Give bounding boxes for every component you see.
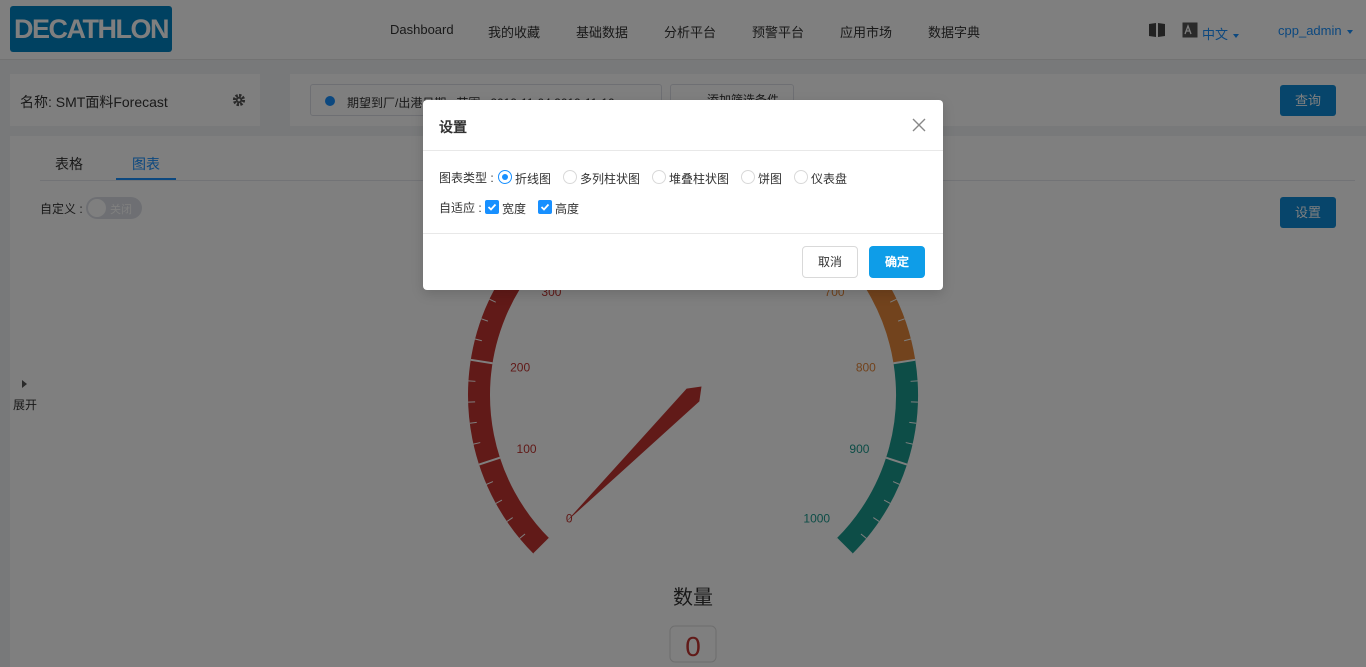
dialog-footer-divider	[423, 233, 943, 234]
checkbox-height[interactable]	[538, 200, 552, 214]
cancel-button[interactable]: 取消	[802, 246, 858, 278]
radio-label-line[interactable]: 折线图	[515, 170, 551, 187]
chart-type-label: 图表类型 :	[439, 171, 494, 185]
adaptive-label: 自适应 :	[439, 201, 482, 215]
close-icon[interactable]	[911, 117, 927, 133]
confirm-button[interactable]: 确定	[869, 246, 925, 278]
radio-gauge-chart[interactable]	[794, 170, 808, 184]
settings-dialog: 设置 图表类型 : 折线图 多列柱状图 堆叠柱状图 饼图 仪表盘 自适应 : 宽…	[423, 100, 943, 290]
dialog-title: 设置	[439, 119, 467, 135]
dialog-header: 设置	[423, 100, 943, 151]
checkbox-label-width[interactable]: 宽度	[502, 200, 526, 217]
checkbox-width[interactable]	[485, 200, 499, 214]
radio-pie-chart[interactable]	[741, 170, 755, 184]
radio-stacked-bar-chart[interactable]	[652, 170, 666, 184]
radio-label-pie[interactable]: 饼图	[758, 170, 782, 187]
radio-label-gauge[interactable]: 仪表盘	[811, 170, 847, 187]
radio-label-stacked-bar[interactable]: 堆叠柱状图	[669, 170, 729, 187]
radio-label-multi-bar[interactable]: 多列柱状图	[580, 170, 640, 187]
checkbox-label-height[interactable]: 高度	[555, 200, 579, 217]
radio-line-chart[interactable]	[498, 170, 512, 184]
radio-multi-bar-chart[interactable]	[563, 170, 577, 184]
